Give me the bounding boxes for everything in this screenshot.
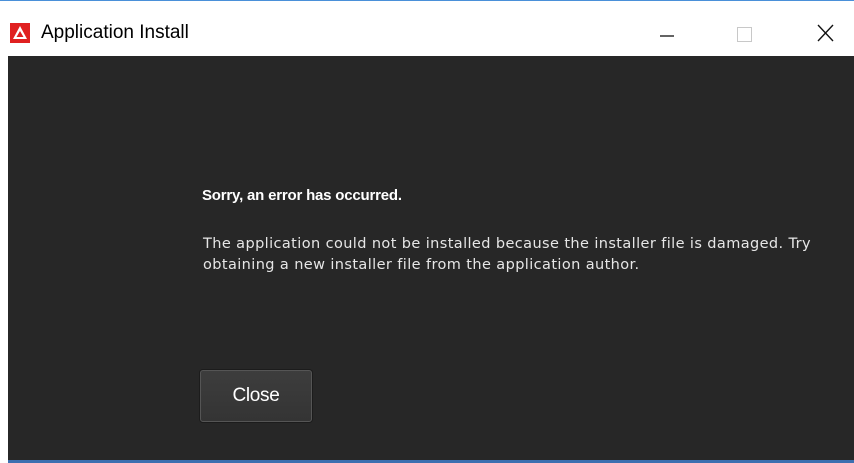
install-window: Application Install Sorry, an error has … (0, 0, 854, 463)
adobe-air-icon (10, 23, 30, 43)
title-bar[interactable]: Application Install (0, 0, 854, 56)
minimize-button[interactable] (636, 1, 696, 57)
error-heading: Sorry, an error has occurred. (202, 187, 402, 204)
dialog-body: Sorry, an error has occurred. The applic… (8, 56, 854, 460)
error-message: The application could not be installed b… (203, 236, 812, 273)
close-window-button[interactable] (794, 1, 854, 57)
maximize-button[interactable] (718, 1, 778, 57)
window-title: Application Install (41, 22, 189, 43)
close-button[interactable]: Close (200, 370, 312, 422)
